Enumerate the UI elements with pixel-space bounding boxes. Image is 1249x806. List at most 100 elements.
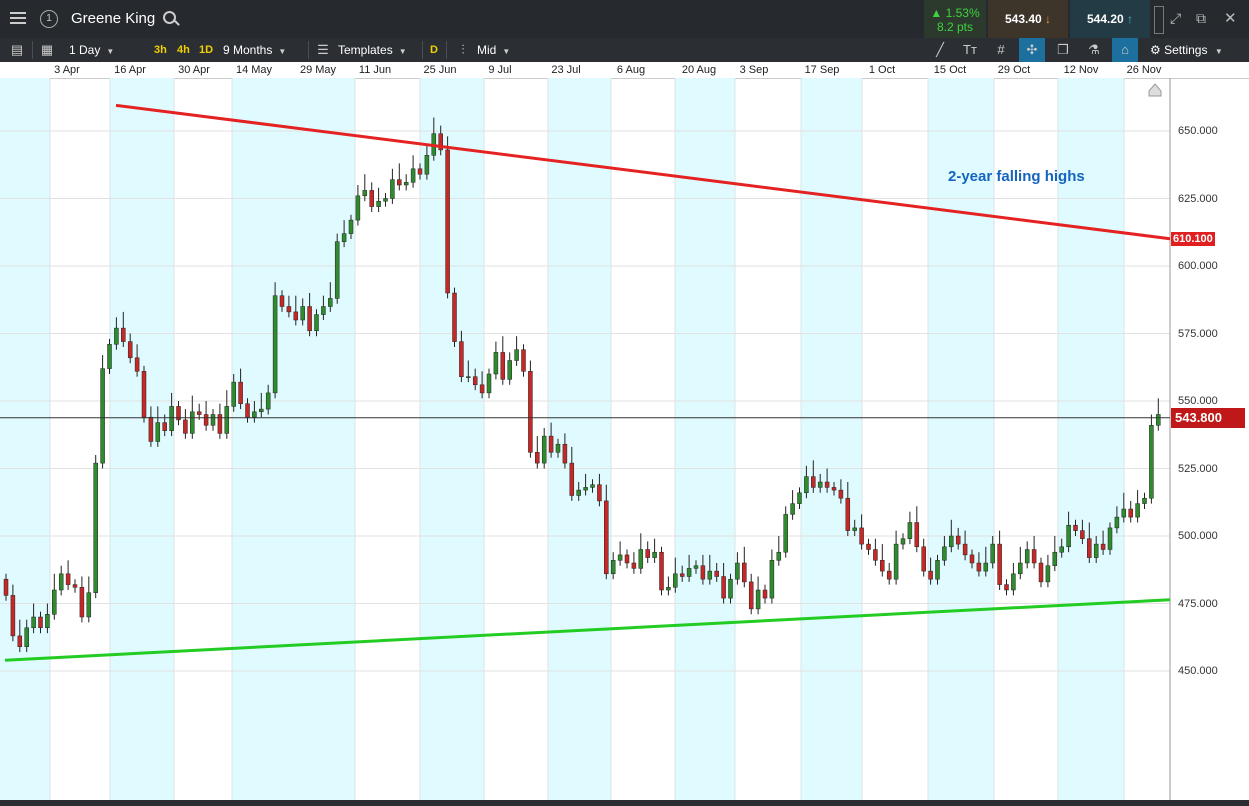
candle-body bbox=[638, 549, 644, 569]
buy-button[interactable]: 544.20 ↑ bbox=[1070, 0, 1150, 38]
change-points: 8.2 pts bbox=[936, 20, 974, 34]
candle bbox=[452, 287, 457, 347]
candle-body bbox=[562, 443, 568, 464]
candle-body bbox=[1059, 546, 1064, 553]
candle-body bbox=[955, 535, 961, 545]
candle-body bbox=[148, 416, 154, 442]
x-tick-label: 1 Oct bbox=[868, 64, 896, 76]
candle bbox=[507, 352, 512, 385]
candle-body bbox=[776, 551, 782, 561]
candle bbox=[645, 541, 650, 563]
date-band bbox=[110, 78, 174, 800]
candle bbox=[921, 538, 926, 577]
x-tick-label: 16 Apr bbox=[114, 64, 146, 76]
x-tick-label: 20 Aug bbox=[681, 64, 717, 76]
interval-4h[interactable]: 4h bbox=[177, 38, 190, 62]
interval-3h[interactable]: 3h bbox=[154, 38, 167, 62]
tag-icon[interactable]: ⌂ bbox=[1112, 38, 1138, 62]
date-band bbox=[420, 78, 484, 800]
layers-icon[interactable]: ❐ bbox=[1050, 38, 1076, 62]
candle-body bbox=[1156, 414, 1161, 426]
candle-body bbox=[252, 411, 257, 418]
sell-button[interactable]: 543.40 ↓ bbox=[988, 0, 1068, 38]
candle-body bbox=[541, 435, 547, 464]
candle-body bbox=[1093, 543, 1099, 558]
candle-body bbox=[769, 560, 775, 599]
candlestick-chart[interactable] bbox=[0, 78, 1249, 800]
candle-body bbox=[900, 538, 906, 545]
candle bbox=[493, 341, 499, 380]
candle-body bbox=[507, 360, 512, 380]
candle-body bbox=[383, 198, 388, 202]
candle bbox=[997, 530, 1002, 590]
candle-body bbox=[659, 551, 664, 591]
y-tick-label: 475.000 bbox=[1178, 597, 1218, 610]
indicator-icon[interactable]: ⚗ bbox=[1081, 38, 1107, 62]
layout-icon[interactable]: ▦ bbox=[34, 38, 60, 62]
candle bbox=[873, 538, 878, 566]
date-band bbox=[0, 78, 50, 800]
x-tick-label: 17 Sep bbox=[804, 64, 840, 76]
price-mode-select[interactable]: Mid bbox=[477, 38, 510, 62]
candle bbox=[383, 193, 388, 207]
candle-body bbox=[307, 306, 312, 332]
x-tick-label: 30 Apr bbox=[178, 64, 210, 76]
candle bbox=[914, 506, 920, 553]
candle-body bbox=[231, 381, 236, 407]
candle-body bbox=[997, 543, 1002, 585]
draw-line-icon[interactable]: ╱ bbox=[927, 38, 953, 62]
candles-icon[interactable]: ⫶ bbox=[450, 38, 476, 62]
candle bbox=[1024, 541, 1030, 569]
candle-body bbox=[355, 195, 361, 221]
expand-icon[interactable]: ⤢ bbox=[1170, 10, 1181, 27]
candle bbox=[445, 136, 450, 299]
candle bbox=[652, 538, 657, 563]
candle-body bbox=[859, 527, 864, 545]
candle bbox=[176, 401, 181, 426]
candle-body bbox=[31, 616, 36, 629]
candle-body bbox=[500, 352, 506, 380]
chart-list-icon[interactable]: ▤ bbox=[4, 38, 30, 62]
menu-icon[interactable] bbox=[10, 12, 26, 14]
candle-body bbox=[472, 376, 478, 386]
x-tick-label: 11 Jun bbox=[358, 64, 392, 76]
candle-body bbox=[1031, 549, 1037, 564]
candle-body bbox=[935, 560, 940, 580]
candle bbox=[755, 576, 761, 615]
candle-body bbox=[369, 190, 374, 207]
popout-icon[interactable]: ⧉ bbox=[1196, 10, 1206, 27]
settings-button[interactable]: ⚙ Settings ▼ bbox=[1150, 38, 1223, 62]
interval-select[interactable]: 1 Day bbox=[69, 38, 114, 62]
drawing-d-button[interactable]: D bbox=[430, 38, 438, 62]
range-select[interactable]: 9 Months bbox=[223, 38, 286, 62]
candle-body bbox=[817, 481, 823, 488]
candle-body bbox=[286, 306, 292, 313]
templates-select[interactable]: Templates bbox=[338, 38, 407, 62]
candle bbox=[190, 395, 195, 439]
instrument-number-icon[interactable]: 1 bbox=[40, 10, 58, 28]
text-size-icon[interactable]: Tт bbox=[957, 38, 983, 62]
candle-body bbox=[762, 589, 768, 599]
interval-1d[interactable]: 1D bbox=[199, 38, 213, 62]
candle bbox=[769, 549, 775, 604]
search-icon[interactable] bbox=[163, 11, 176, 24]
candle bbox=[376, 187, 381, 212]
candle-body bbox=[1080, 530, 1085, 539]
candle-body bbox=[203, 414, 209, 426]
candle bbox=[886, 563, 892, 585]
grid-icon[interactable]: # bbox=[988, 38, 1014, 62]
candle bbox=[624, 549, 630, 569]
crosshair-icon[interactable]: ✣ bbox=[1019, 38, 1045, 62]
candle bbox=[514, 336, 519, 366]
candle bbox=[403, 174, 409, 191]
candle-body bbox=[624, 554, 630, 564]
candle bbox=[500, 336, 506, 385]
top-bar: 1 Greene King ▲ 1.53% 8.2 pts 543.40 ↓ 5… bbox=[0, 0, 1249, 38]
candle bbox=[1128, 500, 1133, 523]
candle bbox=[1011, 563, 1016, 596]
candle bbox=[666, 576, 671, 596]
candle-body bbox=[590, 484, 595, 488]
candle-body bbox=[445, 149, 450, 294]
templates-icon[interactable]: ☰ bbox=[310, 38, 336, 62]
close-icon[interactable]: ✕ bbox=[1224, 9, 1237, 27]
